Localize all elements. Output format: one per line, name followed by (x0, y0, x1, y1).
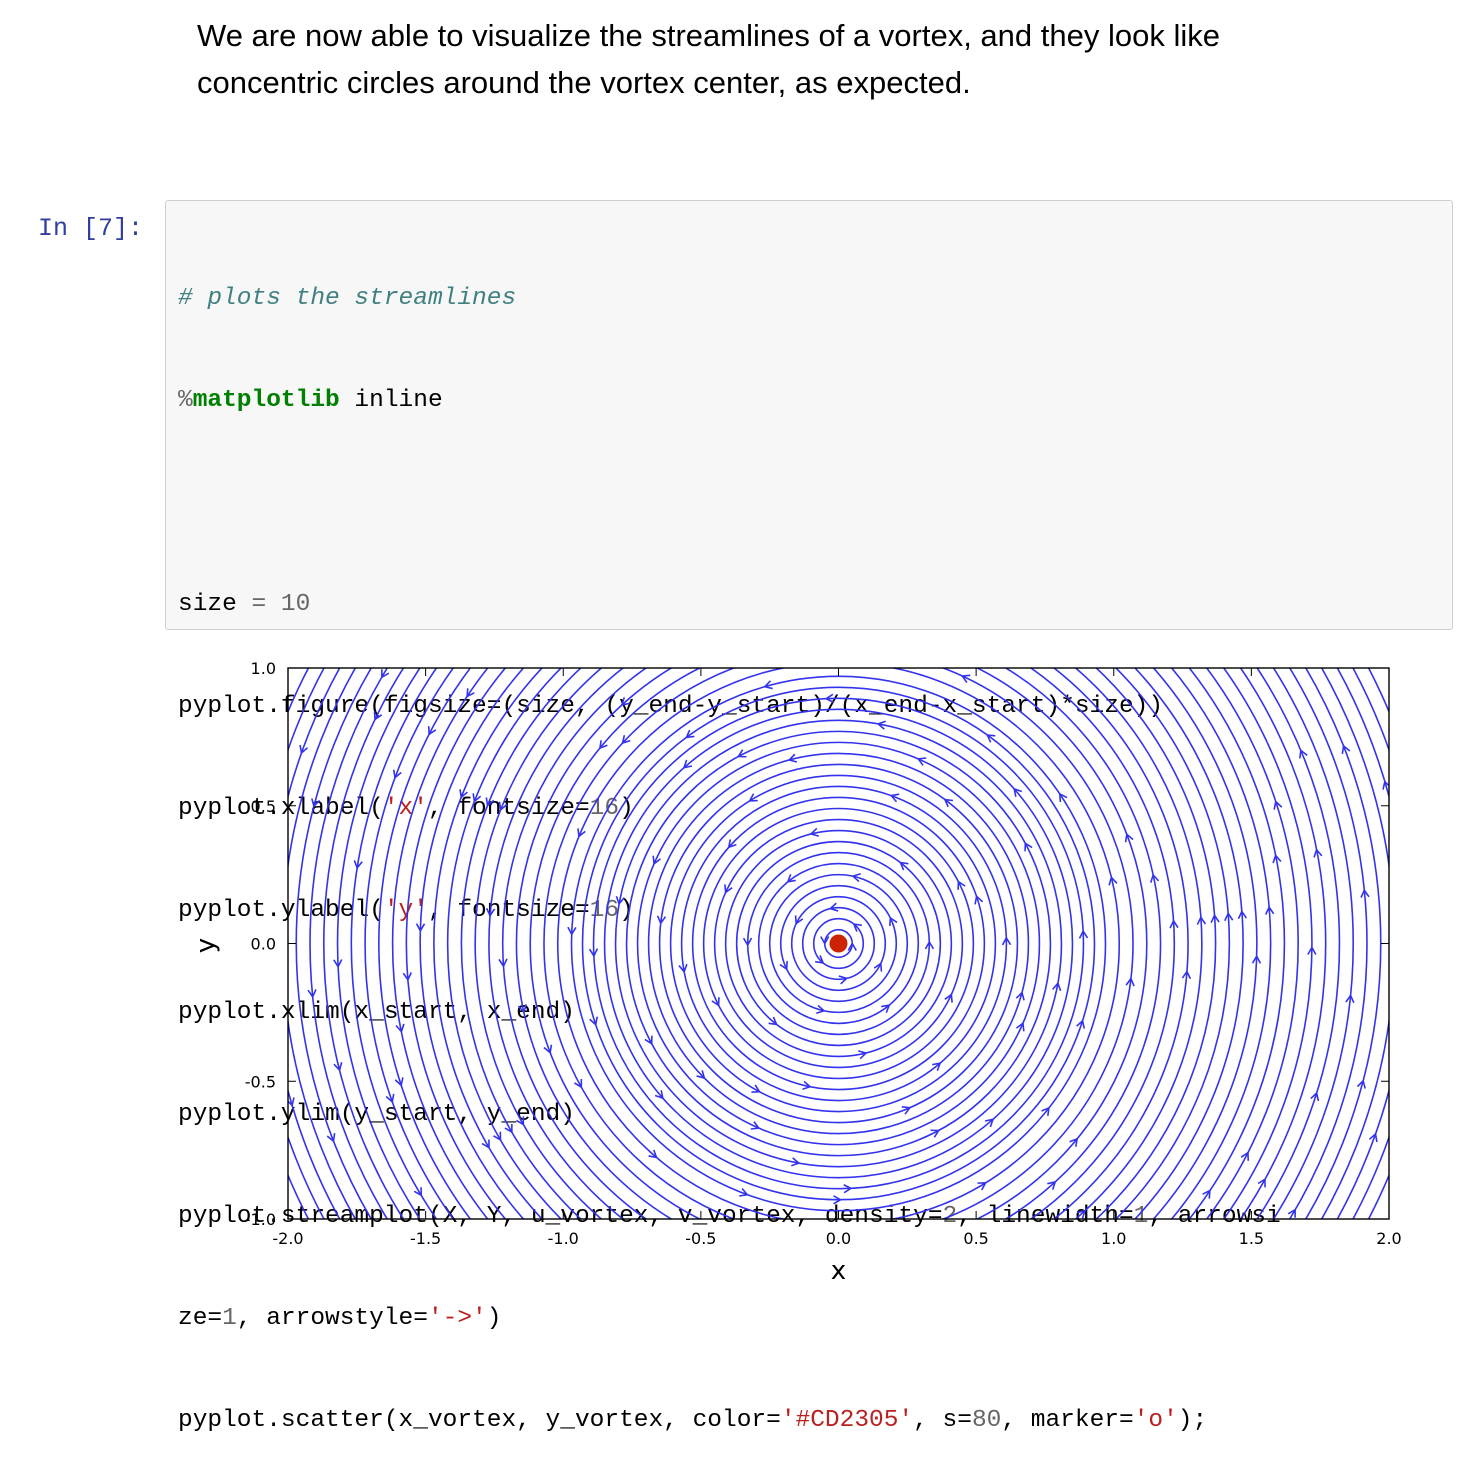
stream-arrow (1117, 1249, 1125, 1257)
stream-arrow (526, 1223, 534, 1231)
stream-arrow (651, 657, 659, 664)
y-tick-label: -0.5 (245, 1072, 276, 1091)
stream-arrow (1037, 655, 1045, 662)
stream-arrow (508, 656, 516, 664)
x-axis-label: x (831, 1256, 846, 1286)
code-text: pyplot.scatter(x_vortex, y_vortex, color… (178, 1407, 781, 1434)
code-line-4: size = 10 (178, 588, 1450, 622)
stream-arrow (1161, 1223, 1169, 1231)
streamline (288, 668, 1389, 1219)
stream-arrow (888, 640, 896, 644)
stream-arrow (888, 1230, 896, 1238)
y-tick-label: 1.0 (251, 659, 276, 678)
magic-percent: % (178, 387, 193, 414)
code-line-2: %matplotlib inline (178, 384, 1450, 418)
streamline (364, 668, 1313, 1219)
y-axis-label: y (191, 938, 221, 953)
stream-arrow (387, 1270, 394, 1278)
streamlines (258, 640, 1440, 1292)
code-line-11: ze=1, arrowstyle='->') (178, 1302, 1450, 1336)
markdown-paragraph: We are now able to visualize the streaml… (197, 12, 1397, 106)
stream-arrow (1264, 654, 1271, 662)
code-number: 10 (266, 591, 311, 618)
x-tick-label: 0.5 (963, 1229, 988, 1248)
code-operator: = (251, 591, 267, 618)
x-tick-label: -0.5 (685, 1229, 716, 1248)
stream-arrow (1018, 1223, 1026, 1230)
magic-keyword: matplotlib (192, 387, 340, 414)
code-text: , s= (913, 1407, 972, 1434)
stream-arrow (337, 1245, 344, 1253)
stream-arrow (986, 641, 994, 648)
x-tick-label: 2.0 (1376, 1229, 1401, 1248)
y-tick-label: 0.0 (251, 935, 276, 954)
code-text: , marker= (1001, 1407, 1134, 1434)
streamline (350, 668, 1327, 1219)
streamline (336, 668, 1341, 1219)
y-tick-label: -1.0 (245, 1210, 276, 1229)
streamplot-output: -2.0 -1.5 -1.0 -0.5 0.0 0.5 1.0 1.5 2.0 -1.0 -0.5 0… (191, 640, 1440, 1292)
code-comment: # plots the streamlines (178, 285, 517, 312)
code-number: 80 (971, 1407, 1002, 1434)
stream-arrow (1391, 935, 1399, 942)
stream-arrow (1432, 925, 1440, 932)
markdown-line-1: We are now able to visualize the streaml… (197, 18, 1220, 53)
vortex-marker (829, 934, 848, 953)
streamline (419, 668, 1258, 1219)
x-tick-label: 1.0 (1101, 1229, 1126, 1248)
stream-arrow (733, 1245, 741, 1253)
stream-arrow (1204, 642, 1212, 650)
code-line-1: # plots the streamlines (178, 282, 1450, 316)
stream-arrow (936, 640, 944, 642)
stream-arrow (981, 1259, 989, 1266)
y-tick-label: 0.5 (251, 797, 276, 816)
streamline (446, 668, 1231, 1219)
streamline (323, 668, 1354, 1219)
stream-arrow (1398, 786, 1406, 794)
stream-arrow (632, 1224, 640, 1231)
code-text: ); (1177, 1407, 1208, 1434)
streamline (405, 668, 1272, 1219)
code-line-12: pyplot.scatter(x_vortex, y_vortex, color… (178, 1404, 1450, 1438)
x-tick-label: -1.5 (410, 1229, 441, 1248)
streamline (288, 668, 1389, 1219)
code-text: ze= (178, 1305, 223, 1332)
stream-arrow (552, 1266, 560, 1274)
stream-arrow (462, 1275, 470, 1283)
stream-arrow (1344, 1251, 1351, 1259)
cell-prompt: In [7]: (38, 214, 144, 243)
markdown-line-2: concentric circles around the vortex cen… (197, 65, 971, 100)
stream-arrow (781, 1243, 789, 1251)
stream-arrow (1087, 1220, 1095, 1228)
x-tick-label: 0.0 (826, 1229, 851, 1248)
code-string: '#CD2305' (780, 1407, 914, 1434)
streamline (391, 668, 1286, 1219)
stream-arrow (865, 668, 867, 669)
streamline (288, 668, 1389, 1219)
stream-arrow (1143, 657, 1151, 665)
stream-arrow (278, 945, 286, 952)
magic-arg: inline (339, 387, 443, 414)
streamline (501, 668, 1176, 1219)
stream-arrow (1191, 1251, 1199, 1259)
stream-arrow (437, 1288, 445, 1292)
code-text: ) (486, 1305, 502, 1332)
x-tick-label: 1.5 (1239, 1229, 1264, 1248)
code-text: , arrowstyle= (236, 1305, 428, 1332)
x-tick-label: -2.0 (272, 1229, 303, 1248)
code-string: 'o' (1133, 1407, 1178, 1434)
stream-arrow (258, 785, 266, 793)
code-number: 1 (222, 1305, 237, 1332)
x-tick-label: -1.0 (548, 1229, 579, 1248)
stream-arrow (265, 1122, 273, 1130)
stream-arrow (1044, 644, 1052, 651)
code-text: size (178, 591, 252, 618)
stream-arrow (1391, 1115, 1399, 1123)
code-string: '->' (427, 1305, 487, 1332)
stream-arrow (1286, 1263, 1293, 1271)
